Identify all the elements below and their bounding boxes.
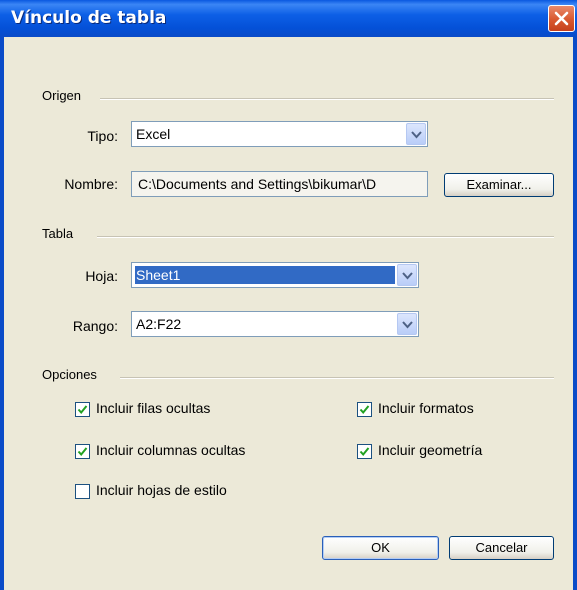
ok-button[interactable]: OK [322, 536, 439, 560]
checkbox-label: Incluir filas ocultas [96, 400, 211, 416]
checkmark-icon [77, 447, 88, 457]
hoja-label: Hoja: [85, 268, 118, 284]
dialog-window: Vínculo de tabla Origen Tipo: Excel Nomb… [0, 0, 577, 590]
chevron-down-icon [402, 272, 413, 280]
incluir-filas-ocultas-checkbox[interactable]: Incluir filas ocultas [75, 400, 275, 418]
checkbox-box[interactable] [75, 402, 90, 417]
incluir-geometria-checkbox[interactable]: Incluir geometría [357, 442, 527, 460]
incluir-columnas-ocultas-checkbox[interactable]: Incluir columnas ocultas [75, 442, 285, 460]
checkbox-label: Incluir formatos [378, 400, 474, 416]
checkbox-label: Incluir hojas de estilo [96, 482, 227, 498]
tipo-select[interactable]: Excel [131, 121, 428, 147]
tipo-label: Tipo: [87, 128, 118, 144]
title-bar[interactable]: Vínculo de tabla [0, 0, 577, 37]
incluir-formatos-checkbox[interactable]: Incluir formatos [357, 400, 527, 418]
checkbox-label: Incluir columnas ocultas [96, 442, 246, 458]
opciones-separator [120, 377, 554, 379]
origen-separator [100, 98, 554, 100]
examinar-button[interactable]: Examinar... [444, 173, 554, 197]
checkmark-icon [359, 447, 370, 457]
rango-dropdown-button[interactable] [397, 313, 417, 335]
checkbox-label: Incluir geometría [378, 442, 483, 458]
checkmark-icon [359, 405, 370, 415]
chevron-down-icon [402, 321, 413, 329]
checkmark-icon [77, 405, 88, 415]
tipo-value: Excel [136, 126, 171, 142]
tabla-separator [97, 236, 554, 238]
origen-group-label: Origen [42, 88, 82, 103]
checkbox-box[interactable] [75, 444, 90, 459]
hoja-dropdown-button[interactable] [397, 264, 417, 286]
nombre-value: C:\Documents and Settings\bikumar\D [138, 176, 377, 192]
hoja-select[interactable]: Sheet1 [131, 262, 419, 288]
checkbox-box[interactable] [357, 402, 372, 417]
nombre-label: Nombre: [64, 176, 118, 192]
checkbox-box[interactable] [75, 484, 90, 499]
tipo-dropdown-button[interactable] [406, 123, 426, 145]
window-frame-right [573, 37, 577, 590]
close-icon [554, 11, 569, 26]
window-frame-left [0, 37, 4, 590]
hoja-value: Sheet1 [135, 266, 395, 284]
incluir-hojas-de-estilo-checkbox[interactable]: Incluir hojas de estilo [75, 482, 275, 500]
opciones-group-label: Opciones [42, 367, 97, 382]
checkbox-box[interactable] [357, 444, 372, 459]
rango-value: A2:F22 [136, 316, 182, 332]
window-title: Vínculo de tabla [11, 8, 167, 28]
rango-label: Rango: [72, 318, 118, 334]
chevron-down-icon [411, 131, 422, 139]
rango-select[interactable]: A2:F22 [131, 311, 419, 337]
tabla-group-label: Tabla [42, 226, 74, 241]
nombre-field[interactable]: C:\Documents and Settings\bikumar\D [131, 171, 428, 197]
close-button[interactable] [548, 5, 575, 32]
cancel-button[interactable]: Cancelar [449, 536, 554, 560]
